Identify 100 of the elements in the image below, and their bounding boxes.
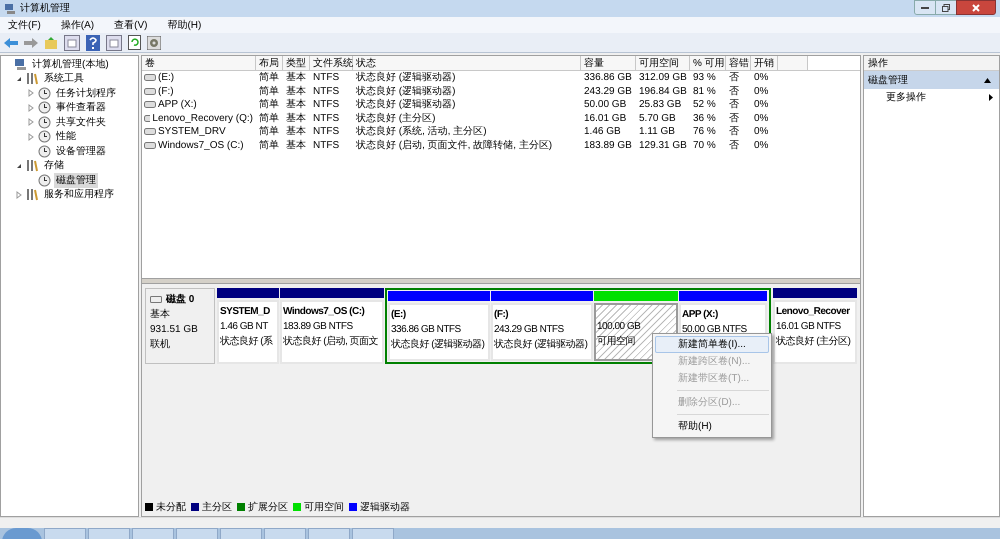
taskbar-button[interactable] xyxy=(132,528,174,539)
table-cell-text: 0% xyxy=(754,138,768,153)
partition-block[interactable]: (E:) 336.86 GB NTFS 状态良好 (逻辑驱动器) xyxy=(388,303,490,361)
disk-type: 基本 xyxy=(150,308,171,322)
column-header[interactable]: % 可用 xyxy=(690,56,726,70)
section-header[interactable]: 磁盘管理 xyxy=(864,71,999,89)
drive-icon xyxy=(144,142,156,149)
collapsed-arrow-icon[interactable] xyxy=(27,89,35,98)
table-cell-text: 336.86 GB xyxy=(584,71,632,86)
taskbar-button[interactable] xyxy=(308,528,350,539)
taskbar-button[interactable] xyxy=(176,528,218,539)
collapsed-arrow-icon[interactable] xyxy=(27,132,35,141)
taskbar-button[interactable] xyxy=(264,528,306,539)
table-cell-text: 否 xyxy=(729,125,739,140)
partition-block[interactable]: Windows7_OS (C:) 183.89 GB NTFS 状态良好 (启动, 页面文 xyxy=(280,300,384,364)
action-item[interactable]: 更多操作 xyxy=(864,89,999,105)
partition-status: 状态良好 (启动, 页面文 xyxy=(283,334,380,349)
table-cell-text: 1.46 GB xyxy=(584,125,621,140)
start-button[interactable] xyxy=(2,528,42,539)
table-cell-text: 否 xyxy=(729,71,739,86)
table-cell-text: 简单 xyxy=(259,70,279,86)
menu-item[interactable]: 操作(A) xyxy=(56,18,98,32)
pane-icon[interactable] xyxy=(106,34,122,50)
table-cell-text: (F:) xyxy=(158,84,174,99)
disk-size: 931.51 GB xyxy=(150,323,199,337)
table-cell-text: 基本 xyxy=(286,70,306,86)
taskbar-button[interactable] xyxy=(352,528,394,539)
expanded-arrow-icon[interactable] xyxy=(15,74,23,83)
minimize-button[interactable] xyxy=(914,0,936,15)
tree-item[interactable]: 计算机管理(本地) xyxy=(30,56,111,72)
tree-item[interactable]: 存储 xyxy=(42,158,66,174)
table-cell-text: 基本 xyxy=(286,84,306,98)
taskbar-button[interactable] xyxy=(44,528,86,539)
column-header[interactable]: 卷 xyxy=(142,56,256,70)
partition-size: 1.46 GB NT xyxy=(220,320,270,334)
partition-block[interactable]: SYSTEM_D 1.46 GB NT 状态良好 (系 xyxy=(217,300,279,364)
legend-label: 未分配 xyxy=(156,500,186,514)
partition-size: 243.29 GB NTFS xyxy=(494,323,565,337)
tree-item[interactable]: 任务计划程序 xyxy=(54,86,118,101)
close-button[interactable] xyxy=(956,0,996,15)
column-header[interactable]: 可用空间 xyxy=(636,56,690,70)
restore-button[interactable] xyxy=(936,0,956,15)
tree-item[interactable]: 系统工具 xyxy=(42,71,86,86)
table-cell-text: (E:) xyxy=(158,71,174,86)
table-cell-text: 183.89 GB xyxy=(584,138,632,153)
collapsed-arrow-icon[interactable] xyxy=(27,104,35,112)
menu-item[interactable]: 查看(V) xyxy=(110,18,152,32)
column-header[interactable]: 类型 xyxy=(283,56,310,70)
tree-item[interactable]: 磁盘管理 xyxy=(54,172,98,188)
tree-item[interactable]: 共享文件夹 xyxy=(54,114,108,130)
collapsed-arrow-icon[interactable] xyxy=(27,118,35,126)
window-title: 计算机管理 xyxy=(20,2,70,16)
pane-icon[interactable] xyxy=(64,34,80,50)
splitter[interactable] xyxy=(142,278,860,284)
taskbar-button[interactable] xyxy=(220,528,262,539)
tree-item[interactable]: 设备管理器 xyxy=(54,144,108,159)
table-cell-text: 5.70 GB xyxy=(639,112,676,126)
table-cell-text: Lenovo_Recovery (Q:) xyxy=(152,112,253,126)
close-icon xyxy=(972,4,980,12)
back-arrow-icon[interactable] xyxy=(4,36,18,48)
table-cell-text: 状态良好 (系统, 活动, 主分区) xyxy=(356,124,487,140)
partition-title: Windows7_OS (C:) xyxy=(283,305,366,319)
column-header[interactable]: 开销 xyxy=(751,56,778,70)
restore-icon xyxy=(942,4,950,12)
taskbar-button[interactable] xyxy=(88,528,130,539)
menu-item[interactable]: 新建简单卷(I)... xyxy=(655,336,769,353)
refresh-icon[interactable] xyxy=(128,35,141,50)
forward-arrow-icon[interactable] xyxy=(24,36,38,48)
partition-block[interactable]: Lenovo_Recover 16.01 GB NTFS 状态良好 (主分区) xyxy=(773,300,857,364)
partition-title: (E:) xyxy=(391,308,407,322)
column-header[interactable]: 状态 xyxy=(353,56,581,70)
table-cell-text: 否 xyxy=(729,138,739,153)
menu-item[interactable]: 文件(F) xyxy=(4,18,45,32)
menu-item[interactable]: 帮助(H) xyxy=(163,18,206,32)
drive-icon xyxy=(144,128,156,136)
partition-status: 状态良好 (主分区) xyxy=(776,334,852,349)
table-cell-text: 0% xyxy=(754,84,768,99)
folder-up-icon[interactable] xyxy=(44,36,58,50)
legend-label: 逻辑驱动器 xyxy=(360,500,410,514)
expanded-arrow-icon[interactable] xyxy=(15,162,23,170)
partition-title: Lenovo_Recover xyxy=(776,305,851,319)
legend-label: 可用空间 xyxy=(304,500,344,514)
partition-status: 可用空间 xyxy=(597,334,636,349)
table-cell-text: 129.31 GB xyxy=(639,138,687,153)
tree-item[interactable]: 性能 xyxy=(54,129,78,144)
tree-item[interactable]: 服务和应用程序 xyxy=(42,187,116,202)
column-header[interactable]: 容量 xyxy=(581,56,636,70)
help-icon[interactable] xyxy=(86,34,100,50)
column-header[interactable]: 布局 xyxy=(256,56,283,70)
menu-item[interactable]: 帮助(H) xyxy=(655,418,769,435)
collapsed-arrow-icon[interactable] xyxy=(15,190,23,199)
drive-icon xyxy=(144,74,156,82)
column-header[interactable]: 文件系统 xyxy=(310,56,353,70)
partition-size: 336.86 GB NTFS xyxy=(391,323,462,337)
column-header[interactable]: 容错 xyxy=(726,56,751,70)
tree-item[interactable]: 事件查看器 xyxy=(54,100,108,116)
table-cell-text: 简单 xyxy=(259,84,279,98)
table-cell-text: 52 % xyxy=(693,98,716,112)
table-cell-text: SYSTEM_DRV xyxy=(158,125,226,140)
partition-block[interactable]: (F:) 243.29 GB NTFS 状态良好 (逻辑驱动器) xyxy=(491,303,593,361)
